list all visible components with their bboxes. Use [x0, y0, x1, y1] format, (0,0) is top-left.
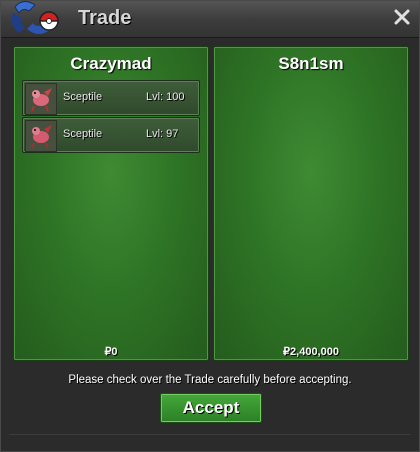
- partner-offer-panel: S8n1sm ₽2,400,000: [213, 46, 409, 361]
- pokemon-level: Lvl: 100: [146, 91, 185, 103]
- accept-button[interactable]: Accept: [160, 393, 262, 423]
- pokemon-name: Sceptile: [63, 91, 103, 103]
- trade-window: Trade Crazymad Sceptile Lvl: 100 Sceptil…: [0, 0, 420, 452]
- money-offer-right: ₽2,400,000: [283, 346, 339, 358]
- trade-warning-text: Please check over the Trade carefully be…: [68, 374, 352, 386]
- sceptile-sprite-icon: [25, 120, 57, 152]
- my-offer-panel: Crazymad Sceptile Lvl: 100 Sceptile Lvl:…: [13, 46, 209, 361]
- trainer-name-right: S8n1sm: [278, 54, 344, 73]
- sceptile-sprite-icon: [25, 83, 57, 115]
- trainer-name-left: Crazymad: [70, 54, 152, 73]
- pokemon-level: Lvl: 97: [146, 128, 179, 140]
- title-bar[interactable]: Trade: [1, 1, 419, 38]
- pokemon-slot-2[interactable]: Sceptile Lvl: 97: [22, 117, 200, 153]
- pokemon-slot-1[interactable]: Sceptile Lvl: 100: [22, 80, 200, 116]
- window-footer: [9, 434, 411, 445]
- pokeball-logo-icon: [11, 1, 59, 34]
- pokemon-name: Sceptile: [63, 128, 103, 140]
- window-title: Trade: [78, 7, 132, 29]
- money-offer-left: ₽0: [104, 346, 118, 358]
- close-icon[interactable]: [393, 8, 411, 26]
